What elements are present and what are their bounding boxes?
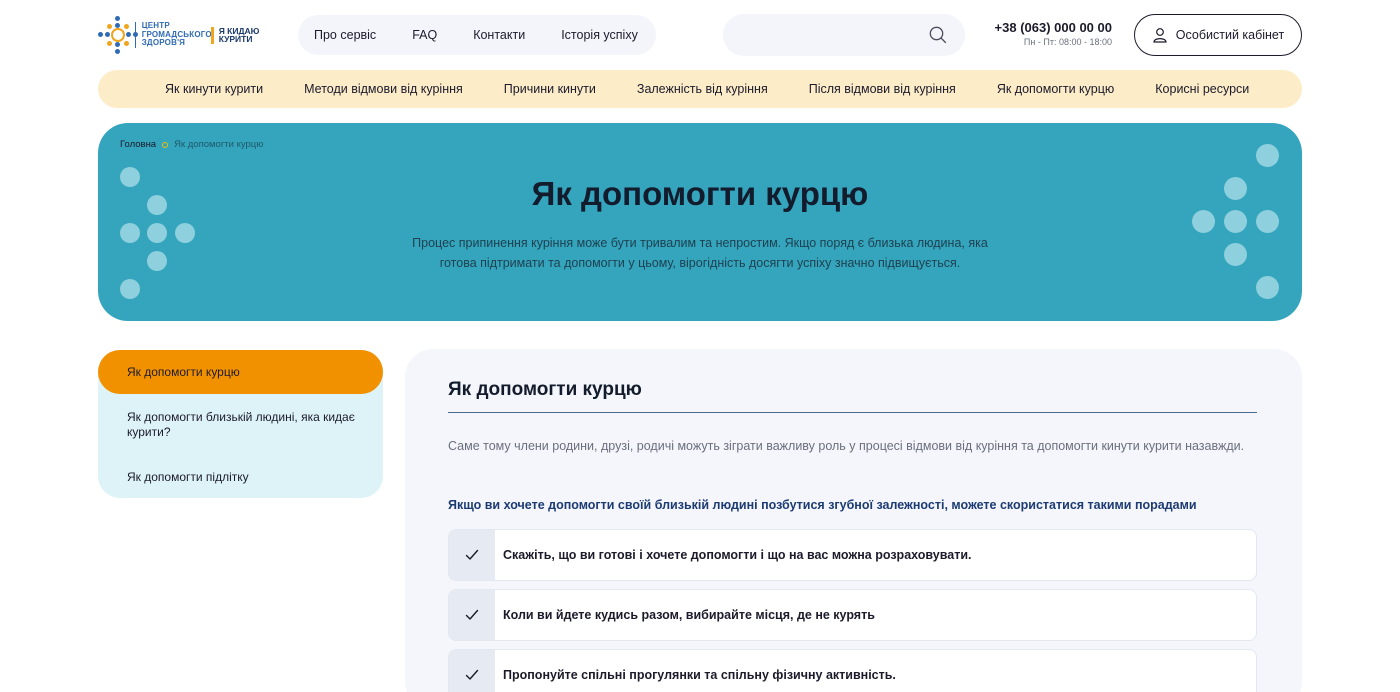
- check-icon: [449, 590, 495, 640]
- sidebar-item-help-teenager[interactable]: Як допомогти підлітку: [127, 470, 357, 485]
- decor-dot: [1224, 243, 1247, 266]
- tip-item: Коли ви йдете кудись разом, вибирайте мі…: [448, 589, 1257, 641]
- breadcrumb-home[interactable]: Головна: [120, 139, 156, 150]
- tip-text: Пропонуйте спільні прогулянки та спільну…: [503, 668, 896, 682]
- decor-dot: [1256, 276, 1279, 299]
- decor-dot: [1224, 177, 1247, 200]
- subnav-item-reasons[interactable]: Причини кинути: [504, 82, 596, 96]
- phone-number[interactable]: +38 (063) 000 00 00: [978, 20, 1112, 36]
- decor-dot: [1256, 210, 1279, 233]
- contact-info: +38 (063) 000 00 00 Пн - Пт: 08:00 - 18:…: [978, 20, 1112, 48]
- search-box: [723, 14, 965, 56]
- decor-dot: [120, 167, 140, 187]
- search-input[interactable]: [739, 24, 919, 46]
- subnav-item-how-to-quit[interactable]: Як кинути курити: [165, 82, 263, 96]
- sidebar-item-help-smoker[interactable]: Як допомогти курцю: [98, 350, 383, 394]
- logo-org-text: ЦЕНТР ГРОМАДСЬКОГО ЗДОРОВ'Я: [134, 22, 212, 48]
- tip-item: Пропонуйте спільні прогулянки та спільну…: [448, 649, 1257, 692]
- tip-text: Скажіть, що ви готові і хочете допомогти…: [503, 548, 972, 562]
- decor-dot: [147, 223, 167, 243]
- check-icon: [449, 650, 495, 692]
- divider: [448, 412, 1257, 414]
- decor-dot: [1192, 210, 1215, 233]
- personal-cabinet-label: Особистий кабінет: [1175, 28, 1285, 42]
- decor-dot: [1256, 144, 1279, 167]
- subnav-item-after-quitting[interactable]: Після відмови від куріння: [809, 82, 956, 96]
- tips-heading: Якщо ви хочете допомогти своїй близькій …: [448, 498, 1197, 512]
- logo-brand-text: Я КИДАЮ КУРИТИ: [210, 26, 270, 44]
- topnav-link-success-stories[interactable]: Історія успіху: [561, 28, 638, 42]
- content-card: Як допомогти курцю Саме тому члени родин…: [405, 349, 1302, 692]
- topnav-link-contacts[interactable]: Контакти: [473, 28, 525, 42]
- top-nav: Про сервіс FAQ Контакти Історія успіху: [298, 15, 656, 55]
- decor-dot: [120, 279, 140, 299]
- header: ЦЕНТР ГРОМАДСЬКОГО ЗДОРОВ'Я Я КИДАЮ КУРИ…: [98, 14, 1302, 56]
- user-icon: [1153, 28, 1167, 43]
- personal-cabinet-button[interactable]: Особистий кабінет: [1134, 14, 1302, 56]
- decor-dot: [120, 223, 140, 243]
- sidebar-menu: Як допомогти курцю Як допомогти близькій…: [98, 350, 383, 498]
- section-title: Як допомогти курцю: [448, 379, 642, 400]
- subnav-item-methods[interactable]: Методи відмови від куріння: [304, 82, 463, 96]
- tip-item: Скажіть, що ви готові і хочете допомогти…: [448, 529, 1257, 581]
- breadcrumb: Головна Як допомогти курцю: [120, 139, 263, 150]
- decor-dot: [147, 251, 167, 271]
- tip-text: Коли ви йдете кудись разом, вибирайте мі…: [503, 608, 875, 622]
- decor-dot: [147, 195, 167, 215]
- logo-icon: [98, 16, 138, 54]
- subnav-item-help-smoker[interactable]: Як допомогти курцю: [997, 82, 1114, 96]
- working-hours: Пн - Пт: 08:00 - 18:00: [1023, 37, 1112, 47]
- check-icon: [449, 530, 495, 580]
- topnav-link-about[interactable]: Про сервіс: [314, 28, 376, 42]
- page-title: Як допомогти курцю: [531, 175, 869, 212]
- subnav-item-addiction[interactable]: Залежність від куріння: [637, 82, 768, 96]
- subnav-item-resources[interactable]: Корисні ресурси: [1155, 82, 1249, 96]
- decor-dot: [1224, 210, 1247, 233]
- lead-paragraph: Саме тому члени родини, друзі, родичі мо…: [448, 439, 1245, 453]
- section-nav: Як кинути курити Методи відмови від курі…: [98, 70, 1302, 108]
- hero-description: Процес припинення куріння може бути трив…: [412, 236, 988, 270]
- hero-banner: Головна Як допомогти курцю Як допомогти …: [98, 123, 1302, 321]
- breadcrumb-separator-icon: [162, 141, 169, 148]
- sidebar-item-help-loved-one[interactable]: Як допомогти близькій людині, яка кидає …: [127, 410, 357, 440]
- logo[interactable]: ЦЕНТР ГРОМАДСЬКОГО ЗДОРОВ'Я Я КИДАЮ КУРИ…: [98, 16, 270, 54]
- topnav-link-faq[interactable]: FAQ: [412, 28, 437, 42]
- decor-dot: [175, 223, 195, 243]
- breadcrumb-current: Як допомогти курцю: [174, 139, 264, 150]
- search-icon[interactable]: [929, 26, 947, 44]
